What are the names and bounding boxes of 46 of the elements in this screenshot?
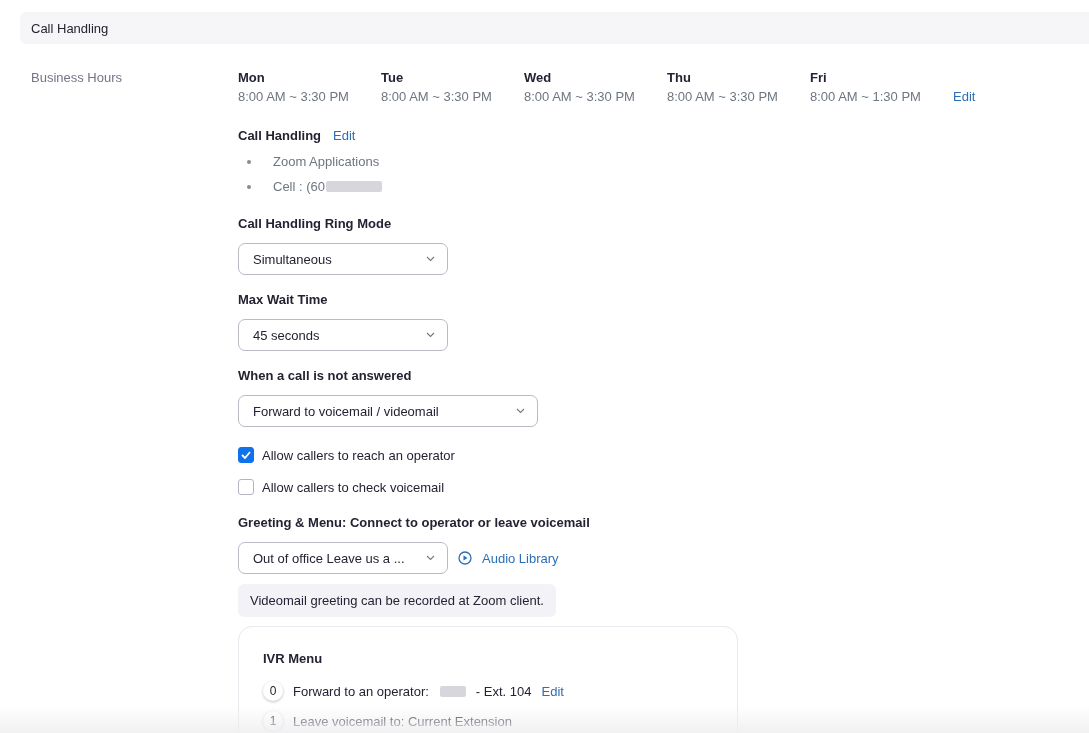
list-item-text: Zoom Applications [273, 154, 380, 169]
hours-text: 8:00 AM ~ 3:30 PM [524, 89, 636, 104]
field-label: Business Hours [31, 70, 123, 85]
day-name: Fri [810, 70, 828, 85]
key-badge: 1 [263, 711, 283, 731]
field-label: Call Handling Ring Mode [238, 216, 393, 231]
card-title: IVR Menu [263, 651, 324, 666]
dropdown[interactable]: Simultaneous [238, 243, 448, 275]
chevron-down-icon [426, 256, 435, 262]
field-label: Greeting & Menu: Connect to operator or leave voicemail [238, 515, 591, 530]
field-label: Max Wait Time [238, 292, 329, 307]
menu-item-text: Forward to an operator: [293, 683, 429, 699]
checkbox[interactable] [238, 447, 254, 463]
hours-text: 8:00 AM ~ 1:30 PM [810, 89, 922, 104]
hours-text: 8:00 AM ~ 3:30 PM [381, 89, 493, 104]
info-note: Videomail greeting can be recorded at Zoom client. [238, 584, 556, 617]
list-item-text: Cell : (60 [273, 179, 326, 194]
section-title: Call Handling [238, 128, 322, 143]
chevron-down-icon [426, 332, 435, 338]
day-name: Wed [524, 70, 553, 85]
checkbox-label: Allow callers to check voicemail [262, 479, 445, 495]
checkbox[interactable] [238, 479, 254, 495]
bullet-icon [247, 184, 251, 189]
edit-link[interactable]: Edit [541, 683, 564, 699]
chevron-down-icon [516, 408, 525, 414]
dropdown[interactable]: Forward to voicemail / videomail [238, 395, 538, 427]
chevron-down-icon [426, 555, 435, 561]
checkmark-icon [241, 451, 251, 459]
audio-library-link[interactable]: Audio Library [482, 550, 559, 566]
edit-link[interactable]: Edit [953, 89, 976, 104]
checkbox-label: Allow callers to reach an operator [262, 447, 455, 463]
key-badge: 0 [263, 681, 283, 701]
menu-item-text: Leave voicemail to: Current Extension [293, 713, 512, 729]
dropdown[interactable]: 45 seconds [238, 319, 448, 351]
day-name: Mon [238, 70, 266, 85]
hours-text: 8:00 AM ~ 3:30 PM [667, 89, 779, 104]
edit-link[interactable]: Edit [333, 128, 356, 143]
dropdown[interactable]: Out of office Leave us a ... [238, 542, 448, 574]
bullet-icon [247, 159, 251, 164]
section-header: Call Handling [20, 12, 1089, 44]
extension-text: - Ext. 104 [475, 683, 532, 699]
play-icon [458, 551, 472, 565]
day-name: Tue [381, 70, 405, 85]
field-label: When a call is not answered [238, 368, 413, 383]
day-name: Thu [667, 70, 692, 85]
hours-text: 8:00 AM ~ 3:30 PM [238, 89, 350, 104]
